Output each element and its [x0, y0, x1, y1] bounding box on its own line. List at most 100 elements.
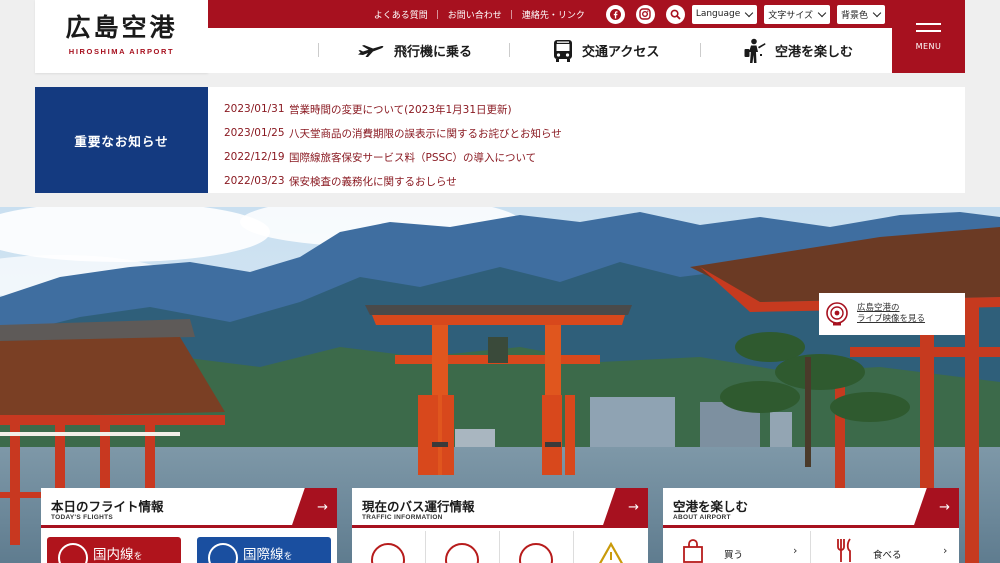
live-camera-text: 広島空港の ライブ映像を見る [857, 303, 925, 326]
chevron-down-icon [817, 8, 827, 17]
traveler-icon [744, 38, 766, 64]
language-select[interactable]: Language [691, 4, 758, 24]
bus-status-cell[interactable] [426, 531, 500, 563]
notice-item[interactable]: 2022/03/23 保安検査の義務化に関するおしらせ [224, 169, 562, 193]
domestic-label: 国内線 [93, 547, 134, 563]
live-camera-line1: 広島空港の [857, 302, 900, 313]
font-size-select[interactable]: 文字サイズ [764, 4, 830, 24]
shopping-bag-icon [681, 539, 705, 563]
chevron-down-icon [745, 8, 754, 17]
notice-item[interactable]: 2022/12/19 国際線旅客保安サービス料（PSSC）の導入について [224, 145, 562, 169]
nav-label-fly: 飛行機に乗る [394, 45, 473, 60]
nav-divider [318, 43, 319, 57]
nav-divider [700, 43, 701, 57]
bus-arrow-button[interactable]: → [602, 488, 648, 528]
important-notice-panel: 重要なお知らせ 2023/01/31 営業時間の変更について(2023年1月31… [35, 87, 965, 193]
chevron-down-icon [872, 8, 882, 17]
nav-label-enjoy: 空港を楽しむ [775, 45, 854, 60]
airplane-icon [357, 44, 385, 58]
card-title: 空港を楽しむ [673, 499, 749, 514]
webcam-icon [824, 301, 850, 327]
card-subtitle: TODAY'S FLIGHTS [51, 514, 114, 521]
card-title: 現在のバス運行情報 [362, 499, 475, 514]
card-title: 本日のフライト情報 [51, 499, 164, 514]
bus-icon [553, 39, 573, 63]
menu-button[interactable]: MENU [892, 0, 965, 73]
language-select-value: Language [695, 9, 741, 19]
about-item-dining[interactable]: 食べる › [811, 531, 959, 563]
card-subtitle: TRAFFIC INFORMATION [362, 514, 443, 521]
warning-triangle-icon [596, 541, 626, 563]
chevron-right-icon: › [793, 544, 798, 557]
about-item-shopping[interactable]: 買う › [663, 531, 811, 563]
hamburger-icon [916, 30, 941, 32]
notice-text: 営業時間の変更について(2023年1月31日更新) [289, 103, 512, 116]
font-size-select-value: 文字サイズ [768, 10, 813, 21]
bus-status-cell[interactable] [574, 531, 648, 563]
utility-bar: よくある質問 お問い合わせ 連絡先・リンク Language 文字サイズ 背景色 [208, 0, 892, 28]
notice-date: 2023/01/25 [224, 127, 285, 139]
nav-label-access: 交通アクセス [582, 45, 660, 60]
notice-date: 2022/03/23 [224, 175, 285, 187]
international-flights-label: 国際線を [243, 543, 293, 563]
search-icon[interactable] [665, 4, 685, 24]
faq-link[interactable]: よくある質問 [364, 8, 438, 21]
about-arrow-button[interactable]: → [913, 488, 959, 528]
arrow-right-icon: → [628, 500, 639, 515]
nav-item-access[interactable]: 交通アクセス [553, 28, 659, 73]
site-logo[interactable]: 広島空港 HIROSHIMA AIRPORT [35, 0, 208, 73]
international-suffix: を [283, 552, 293, 562]
notice-list: 2023/01/31 営業時間の変更について(2023年1月31日更新) 202… [224, 97, 562, 193]
contact-link[interactable]: お問い合わせ [438, 8, 512, 21]
domestic-flights-button[interactable]: 国内線を [47, 537, 181, 563]
live-camera-line2: ライブ映像を見る [857, 314, 926, 324]
notice-item[interactable]: 2023/01/31 営業時間の変更について(2023年1月31日更新) [224, 97, 562, 121]
utensils-icon [835, 537, 855, 563]
notice-heading: 重要なお知らせ [35, 87, 208, 193]
facebook-icon[interactable] [605, 4, 625, 24]
notice-text: 保安検査の義務化に関するおしらせ [289, 175, 457, 188]
card-subtitle: ABOUT AIRPORT [673, 514, 731, 521]
main-nav: 飛行機に乗る 交通アクセス 空港を楽しむ [208, 28, 892, 73]
about-airport-card: 空港を楽しむ ABOUT AIRPORT → 買う › 食べる › [663, 488, 959, 563]
bus-status-cell[interactable] [500, 531, 574, 563]
logo-japanese: 広島空港 [65, 13, 178, 42]
international-label: 国際線 [243, 547, 284, 563]
about-item-label: 買う [724, 550, 744, 561]
links-link[interactable]: 連絡先・リンク [512, 8, 595, 21]
status-ok-icon [519, 543, 553, 563]
notice-date: 2023/01/31 [224, 103, 285, 115]
about-item-label: 食べる [873, 550, 902, 561]
international-flights-button[interactable]: 国際線を [197, 537, 331, 563]
hamburger-icon [916, 23, 941, 25]
notice-text: 国際線旅客保安サービス料（PSSC）の導入について [289, 151, 537, 164]
card-header: 本日のフライト情報 TODAY'S FLIGHTS → [41, 488, 337, 528]
nav-item-enjoy[interactable]: 空港を楽しむ [744, 28, 853, 73]
card-header: 空港を楽しむ ABOUT AIRPORT → [663, 488, 959, 528]
flights-card: 本日のフライト情報 TODAY'S FLIGHTS → 国内線を 国際線を [41, 488, 337, 563]
notice-text: 八天堂商品の消費期限の誤表示に関するお詫びとお知らせ [289, 127, 562, 140]
status-ok-icon [445, 543, 479, 563]
airplane-icon [58, 543, 88, 563]
status-ok-icon [371, 543, 405, 563]
bus-status-cell[interactable] [352, 531, 426, 563]
arrow-right-icon: → [317, 500, 328, 515]
flights-arrow-button[interactable]: → [291, 488, 337, 528]
menu-label: MENU [915, 42, 942, 51]
domestic-flights-label: 国内線を [93, 543, 143, 563]
notice-item[interactable]: 2023/01/25 八天堂商品の消費期限の誤表示に関するお詫びとお知らせ [224, 121, 562, 145]
domestic-suffix: を [133, 552, 143, 562]
live-camera-link[interactable]: 広島空港の ライブ映像を見る [819, 293, 965, 335]
background-color-select[interactable]: 背景色 [836, 4, 885, 24]
globe-icon [208, 543, 238, 563]
arrow-right-icon: → [939, 500, 950, 515]
nav-divider [509, 43, 510, 57]
background-color-select-value: 背景色 [840, 10, 868, 21]
bus-info-card: 現在のバス運行情報 TRAFFIC INFORMATION → [352, 488, 648, 563]
nav-item-fly[interactable]: 飛行機に乗る [357, 28, 472, 73]
instagram-icon[interactable] [635, 4, 655, 24]
chevron-right-icon: › [943, 544, 948, 557]
notice-date: 2022/12/19 [224, 151, 285, 163]
card-header: 現在のバス運行情報 TRAFFIC INFORMATION → [352, 488, 648, 528]
logo-english: HIROSHIMA AIRPORT [68, 47, 175, 56]
